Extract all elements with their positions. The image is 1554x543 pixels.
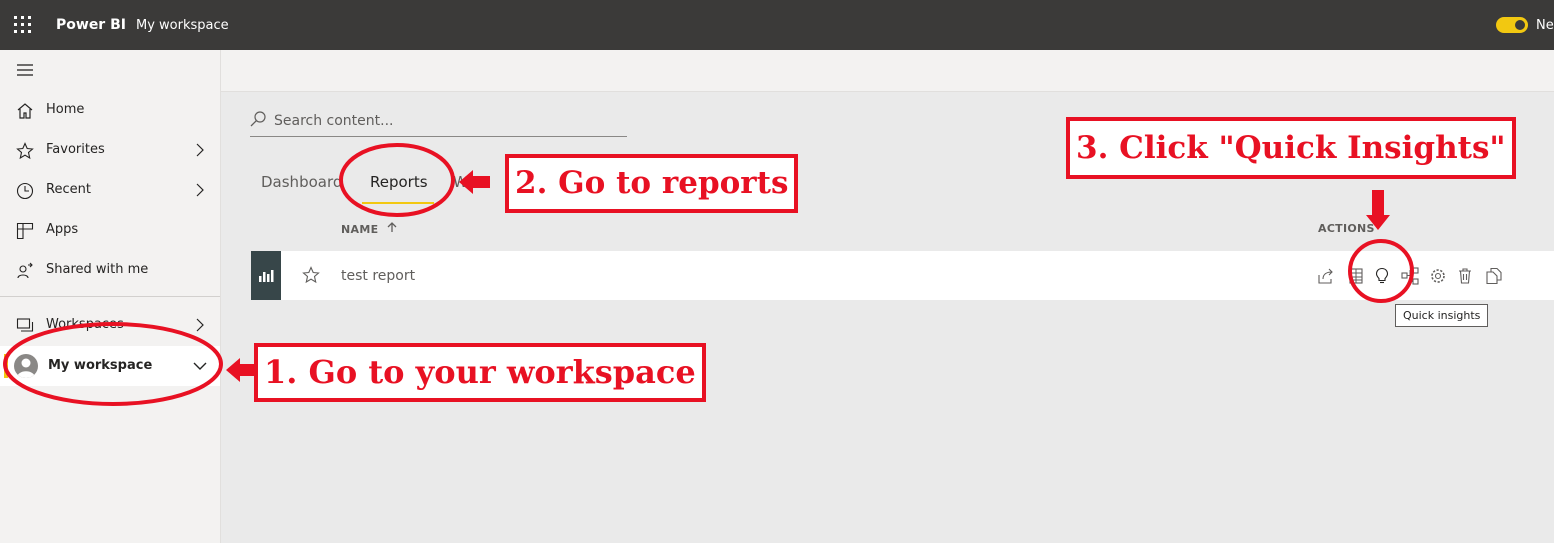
- active-tab-underline: [362, 202, 434, 204]
- sidebar: Home Favorites Recent Apps Shared with m…: [0, 50, 221, 543]
- sidebar-item-recent[interactable]: Recent: [0, 170, 220, 210]
- sidebar-divider: [0, 296, 220, 297]
- new-look-toggle[interactable]: [1496, 17, 1528, 33]
- sidebar-item-favorites[interactable]: Favorites: [0, 130, 220, 170]
- chevron-right-icon[interactable]: [194, 143, 206, 157]
- hamburger-icon[interactable]: [17, 64, 33, 76]
- lightbulb-icon[interactable]: [1373, 267, 1391, 285]
- chevron-right-icon[interactable]: [194, 183, 206, 197]
- sidebar-item-label: Shared with me: [46, 262, 149, 277]
- person-icon: [17, 358, 35, 378]
- tab-workbooks[interactable]: Wo: [453, 173, 476, 191]
- share-icon[interactable]: [1317, 267, 1335, 285]
- shared-icon: [17, 262, 33, 279]
- column-header-name[interactable]: NAME: [341, 222, 397, 236]
- annotation-arrow-1: [226, 358, 256, 382]
- lineage-icon[interactable]: [1401, 267, 1419, 285]
- workspace-header: [221, 50, 1554, 92]
- copy-icon[interactable]: [1485, 267, 1503, 285]
- sort-ascending-icon: [387, 222, 396, 232]
- clock-icon: [16, 182, 34, 200]
- chevron-right-icon[interactable]: [194, 318, 206, 332]
- new-look-label: Ne: [1536, 18, 1554, 33]
- favorite-star-icon[interactable]: [302, 266, 320, 284]
- my-workspace-label: My workspace: [48, 358, 153, 373]
- sidebar-item-apps[interactable]: Apps: [0, 210, 220, 250]
- sidebar-item-home[interactable]: Home: [0, 90, 220, 130]
- search-icon: [250, 111, 266, 127]
- sidebar-item-shared[interactable]: Shared with me: [0, 250, 220, 290]
- breadcrumb[interactable]: My workspace: [136, 18, 229, 33]
- app-name[interactable]: Power BI: [56, 17, 126, 33]
- sidebar-item-label: Workspaces: [46, 317, 124, 332]
- workspaces-icon: [16, 318, 34, 332]
- sidebar-item-label: Apps: [46, 222, 79, 237]
- delete-icon[interactable]: [1456, 267, 1474, 285]
- search-box[interactable]: [250, 110, 627, 137]
- tab-reports[interactable]: Reports: [370, 173, 428, 191]
- sidebar-item-label: Favorites: [46, 142, 105, 157]
- search-input[interactable]: [272, 112, 616, 130]
- waffle-icon[interactable]: [14, 16, 32, 34]
- apps-icon: [16, 222, 34, 240]
- column-header-actions: ACTIONS: [1318, 222, 1375, 235]
- sidebar-item-my-workspace[interactable]: My workspace: [0, 346, 220, 386]
- sidebar-item-workspaces[interactable]: Workspaces: [0, 305, 220, 345]
- top-bar: Power BI My workspace Ne: [0, 0, 1554, 50]
- annotation-step-2: 2. Go to reports: [505, 154, 799, 213]
- annotation-step-3: 3. Click "Quick Insights": [1066, 117, 1516, 179]
- sidebar-item-label: Recent: [46, 182, 91, 197]
- report-icon: [251, 251, 281, 300]
- star-icon: [16, 142, 34, 160]
- chevron-down-icon[interactable]: [193, 360, 207, 372]
- annotation-step-1: 1. Go to your workspace: [254, 343, 706, 402]
- column-name-label: NAME: [341, 223, 379, 236]
- table-row[interactable]: test report: [251, 251, 1554, 300]
- tab-dashboards[interactable]: Dashboard: [261, 173, 342, 191]
- home-icon: [17, 103, 33, 119]
- quick-insights-tooltip: Quick insights: [1395, 304, 1489, 327]
- settings-icon[interactable]: [1429, 267, 1447, 285]
- report-name-link[interactable]: test report: [341, 268, 415, 284]
- table-icon[interactable]: [1347, 267, 1365, 285]
- avatar: [14, 354, 38, 378]
- sidebar-item-label: Home: [46, 102, 85, 117]
- active-indicator: [4, 354, 8, 378]
